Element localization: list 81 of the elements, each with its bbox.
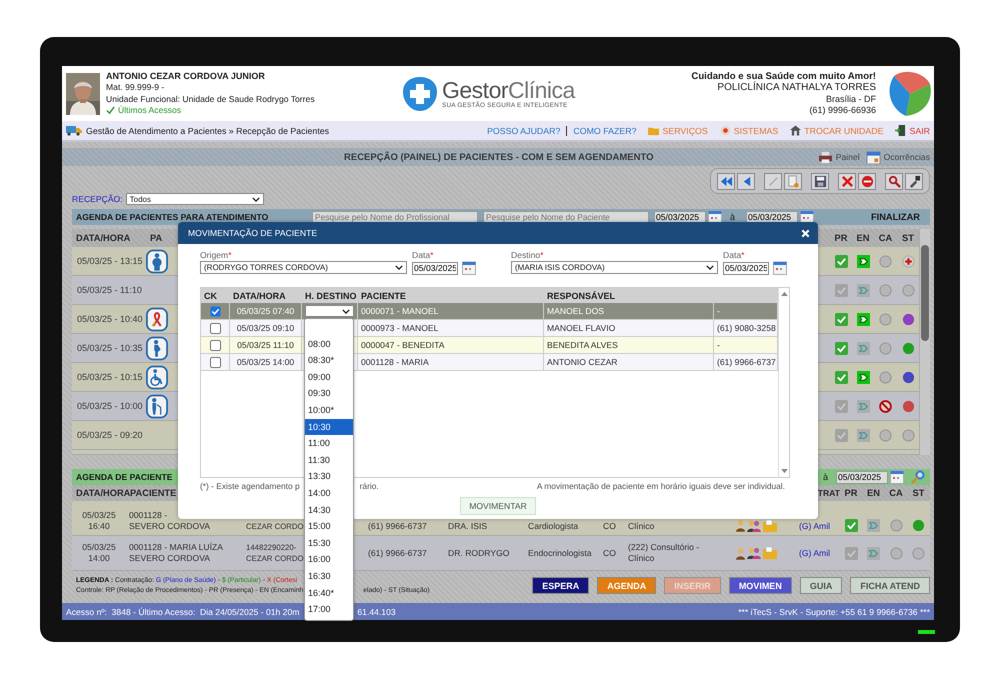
column-header: PR xyxy=(834,233,848,243)
column-header: PA xyxy=(149,233,164,243)
clinic-phone: (61) 9996-66936 xyxy=(809,105,876,116)
professional-cell-text: DR. RODRYGO xyxy=(447,548,510,558)
column-header: EN xyxy=(866,488,881,498)
date-separator: à xyxy=(730,212,736,222)
phone-cell: - xyxy=(714,337,778,353)
specialty-cell-text: Endocrinologista xyxy=(527,548,593,558)
contract-cell-text: (G) Amil xyxy=(798,548,832,558)
clinic-city: Brasília - DF xyxy=(826,94,876,105)
patient-cell: 0000973 - MANOEL xyxy=(358,320,544,336)
status-text: Acesso nº: 3848 - Último Acesso: Dia 24/05/2025 - 01h 20m xyxy=(66,606,300,616)
date-time-cell-text: 05/03/25 - 10:15 xyxy=(76,372,144,382)
room-cell-text: Clínico xyxy=(627,521,656,532)
phone-cell: (61) 9080-3258 xyxy=(714,320,778,336)
field-label: Destino* xyxy=(511,250,544,261)
footnote-text: rário. xyxy=(360,481,379,491)
date-time-cell-text: 05/03/25 16:40 xyxy=(81,510,117,532)
patient-cell: 0000047 - BENEDITA xyxy=(358,337,544,353)
reception-label: RECEPÇÃO: xyxy=(72,194,123,204)
date-time-cell-text: 05/03/25 - 10:40 xyxy=(76,314,144,324)
date-time-cell-text: 05/03/25 - 10:00 xyxy=(76,401,144,411)
status-text: 61.44.103 xyxy=(357,606,396,616)
dialog-title: MOVIMENTAÇÃO DE PACIENTE xyxy=(188,228,318,238)
panel-title: AGENDA DE PACIENTES PARA ATENDIMENTO xyxy=(76,212,270,222)
date-time-cell-text: 05/03/25 - 09:20 xyxy=(76,430,144,440)
unit-label: Unidade Funcional: Unidade de Saude Rodrygo Torres xyxy=(106,94,316,105)
phone-cell: (61) 9966-6737 xyxy=(714,354,778,370)
column-header: ST xyxy=(901,233,915,243)
room-cell-text: (222) Consultório - Clínico xyxy=(627,542,700,564)
column-header: CA xyxy=(878,233,894,243)
registration-number: Mat. 99.999-9 - xyxy=(106,82,166,94)
patient-cell: 0000071 - MANOEL xyxy=(358,303,544,319)
footnote-text: (*) - Existe agendamento p xyxy=(200,481,300,491)
field-label: Data* xyxy=(723,250,746,261)
patient-cell: 0001128 - MARIA xyxy=(358,354,544,370)
column-header: RESPONSÁVEL xyxy=(546,290,616,300)
date-time-cell-text: 05/03/25 - 11:10 xyxy=(76,285,143,295)
phone-cell-text: (61) 9966-6737 xyxy=(367,548,428,558)
field-label: Origem* xyxy=(200,250,233,261)
date-separator: à xyxy=(822,472,828,482)
date-time-cell: 05/03/25 09:10 xyxy=(230,320,302,336)
date-time-cell: 05/03/25 07:40 xyxy=(230,303,302,319)
date-time-cell-text: 05/03/25 - 10:35 xyxy=(76,343,144,353)
clinic-name: POLICLÍNICA NATHALYA TORRES xyxy=(717,82,876,94)
column-header: H. DESTINO xyxy=(304,290,358,300)
date-time-cell-text: 05/03/25 14:00 xyxy=(81,542,117,564)
column-header: PACIENTE xyxy=(360,290,407,300)
column-header: CK xyxy=(203,290,218,300)
type-cell-text: CO xyxy=(602,548,617,558)
responsible-cell: ANTONIO CEZAR xyxy=(544,354,714,370)
note-text: A movimentação de paciente em horário iguais deve ser individual. xyxy=(536,481,785,491)
column-header: PR xyxy=(844,488,858,498)
column-header: CA xyxy=(888,488,904,498)
responsible-cell: BENEDITA ALVES xyxy=(544,337,714,353)
contract-cell-text: (G) Amil xyxy=(798,521,832,532)
column-header: DATA/HORA xyxy=(75,233,132,243)
date-time-cell: 05/03/25 11:10 xyxy=(230,337,302,353)
clinic-slogan: Cuidando e sua Saúde com muito Amor! xyxy=(691,70,876,82)
responsible-cell: MANOEL DOS xyxy=(544,303,714,319)
phone-cell: - xyxy=(714,303,778,319)
brand-name: GestorClínica xyxy=(442,78,575,102)
field-label: Data* xyxy=(412,250,435,261)
column-header: EN xyxy=(856,233,870,243)
breadcrumb: Gestão de Atendimento a Pacientes » Recepção de Pacientes xyxy=(86,126,330,136)
column-header: DATA/HORA xyxy=(232,290,287,300)
patient-cell-text: 0001128 - MARIA LUÍZA SEVERO CORDOVA xyxy=(128,542,224,564)
professional-cell-text: DRA. ISIS xyxy=(447,521,488,532)
responsible-cell: MANOEL FLAVIO xyxy=(544,320,714,336)
status-text: *** iTecS - SrvK - Suporte: +55 61 9 9966-6736 *** xyxy=(738,606,930,616)
date-time-cell: 05/03/25 14:00 xyxy=(230,354,302,370)
specialty-cell-text: Cardiologista xyxy=(527,521,580,532)
column-header: ST xyxy=(912,488,926,498)
date-time-cell-text: 05/03/25 - 13:15 xyxy=(76,256,144,266)
phone-cell-text: (61) 9966-6737 xyxy=(367,521,428,532)
patient-cell-text: 0001128 - SEVERO CORDOVA xyxy=(128,510,212,532)
column-header: TRAT xyxy=(816,488,840,498)
panel-title: AGENDA DE PACIENTE xyxy=(76,472,174,482)
user-name: ANTONIO CEZAR CORDOVA JUNIOR xyxy=(106,70,266,82)
page-title: RECEPÇÃO (PAINEL) DE PACIENTES - COM E SEM AGENDAMENTO xyxy=(344,152,654,162)
type-cell-text: CO xyxy=(602,521,617,532)
